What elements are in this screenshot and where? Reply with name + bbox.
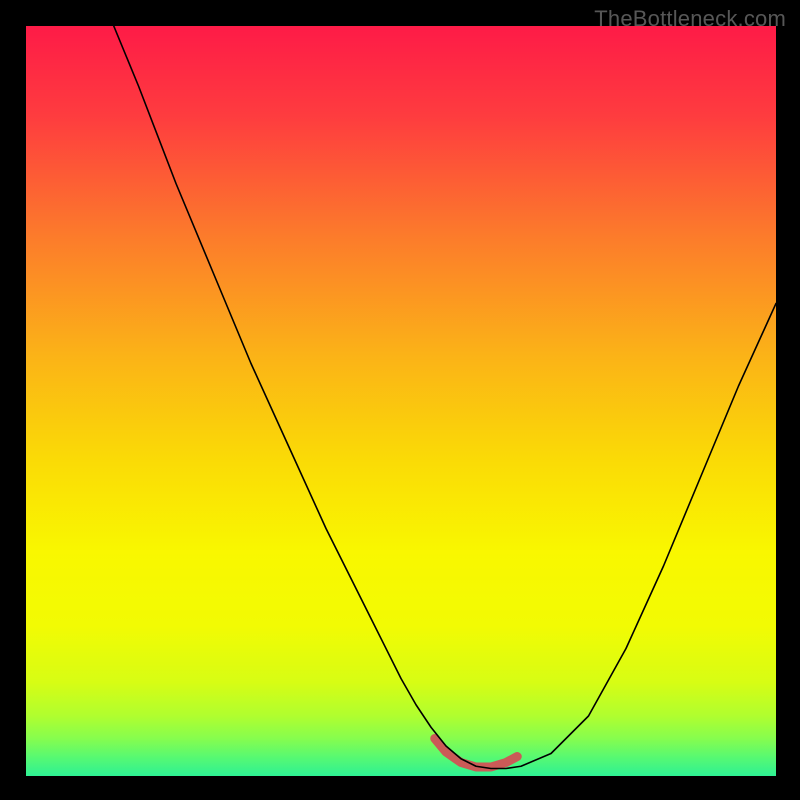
gradient-background — [26, 26, 776, 776]
plot-area — [26, 26, 776, 776]
chart-container: TheBottleneck.com — [0, 0, 800, 800]
chart-svg — [26, 26, 776, 776]
